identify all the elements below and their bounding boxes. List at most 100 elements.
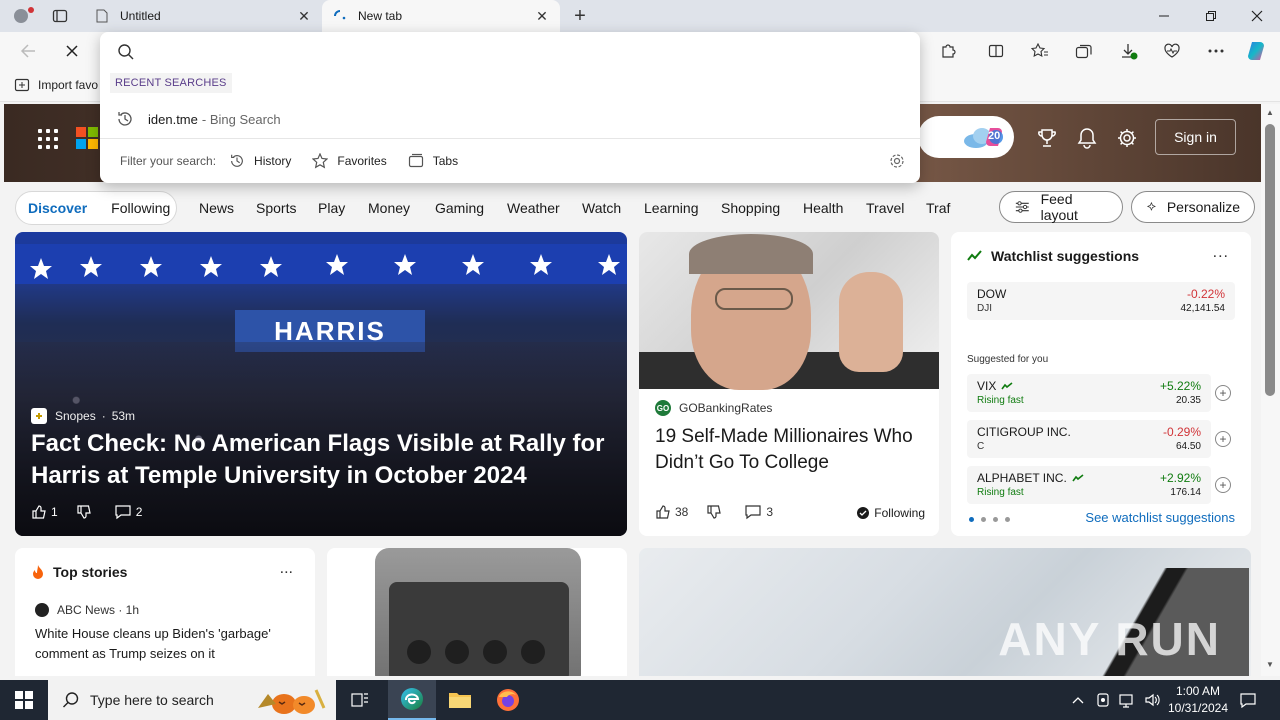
tab-untitled[interactable]: Untitled ✕ (84, 0, 322, 32)
watchlist-more-button[interactable]: ... (1213, 244, 1229, 262)
following-label: Following (874, 506, 925, 520)
carousel-dots[interactable] (969, 517, 1017, 522)
stock-row-alphabet[interactable]: ALPHABET INC. Rising fast +2.92% 176.14 (967, 466, 1211, 504)
nav-money[interactable]: Money (368, 200, 410, 216)
carousel-dot[interactable] (969, 517, 974, 522)
add-to-watchlist-button[interactable]: + (1215, 385, 1231, 401)
page-scrollbar[interactable]: ▲ ▼ (1261, 104, 1280, 676)
scroll-down-arrow-icon[interactable]: ▼ (1265, 660, 1275, 670)
product-card[interactable] (327, 548, 627, 676)
tray-app-button[interactable] (1092, 680, 1114, 720)
start-button[interactable] (0, 680, 48, 720)
top-stories-more-button[interactable]: ... (280, 560, 293, 578)
import-favorites-button[interactable]: Import favo (14, 78, 98, 92)
add-to-watchlist-button[interactable]: + (1215, 477, 1231, 493)
nav-sports[interactable]: Sports (256, 200, 296, 216)
nav-health[interactable]: Health (803, 200, 843, 216)
article-title[interactable]: 19 Self-Made Millionaires Who Didn’t Go … (655, 424, 925, 476)
carousel-dot[interactable] (993, 517, 998, 522)
downloads-button[interactable] (1115, 38, 1143, 64)
new-tab-button[interactable]: + (568, 4, 592, 28)
scrollbar-thumb[interactable] (1265, 124, 1275, 396)
personalize-button[interactable]: Personalize (1131, 191, 1255, 223)
like-button[interactable]: 38 (655, 504, 688, 520)
add-to-watchlist-button[interactable]: + (1215, 431, 1231, 447)
feature-image-card[interactable]: ANY RUN (639, 548, 1251, 676)
firefox-icon (497, 689, 519, 711)
taskbar-search-box[interactable]: Type here to search (48, 680, 336, 720)
feed-layout-button[interactable]: Feed layout (999, 191, 1123, 223)
show-hidden-icons-button[interactable] (1068, 680, 1088, 720)
nav-learning[interactable]: Learning (644, 200, 699, 216)
sign-in-button[interactable]: Sign in (1155, 119, 1236, 155)
tab-close-icon[interactable]: ✕ (534, 8, 550, 24)
stock-row-citigroup[interactable]: CITIGROUP INC. C -0.29% 64.50 (967, 420, 1211, 458)
stock-change: +2.92% (1159, 471, 1201, 485)
stock-change: -0.29% (1162, 425, 1201, 439)
chevron-up-icon (1072, 697, 1084, 704)
copilot-button[interactable] (1243, 38, 1271, 64)
scroll-up-arrow-icon[interactable]: ▲ (1265, 108, 1275, 118)
search-settings-gear-icon[interactable] (888, 152, 906, 170)
tab-close-icon[interactable]: ✕ (296, 8, 312, 24)
tab-discover[interactable]: Discover (16, 200, 99, 216)
following-indicator[interactable]: Following (857, 506, 925, 520)
split-screen-button[interactable] (982, 38, 1010, 64)
edge-taskbar-button[interactable] (388, 680, 436, 720)
close-window-button[interactable] (1234, 0, 1280, 32)
stock-row-vix[interactable]: VIX Rising fast +5.22% 20.35 (967, 374, 1211, 412)
nav-weather[interactable]: Weather (507, 200, 560, 216)
nav-play[interactable]: Play (318, 200, 345, 216)
favorites-button[interactable] (1026, 38, 1054, 64)
filter-favorites-button[interactable]: Favorites (311, 152, 387, 170)
nav-news[interactable]: News (199, 200, 234, 216)
recent-query: iden.tme (148, 111, 198, 127)
millionaires-article-card[interactable]: GO GOBankingRates 19 Self-Made Millionai… (639, 232, 939, 536)
back-button[interactable] (14, 38, 42, 64)
nav-gaming[interactable]: Gaming (435, 200, 484, 216)
performance-button[interactable] (1158, 38, 1186, 64)
profile-button[interactable] (8, 4, 34, 28)
apps-launcher-icon[interactable] (38, 129, 58, 149)
comments-button[interactable]: 2 (114, 504, 142, 520)
page-settings-button[interactable] (1115, 126, 1139, 150)
tab-following[interactable]: Following (99, 200, 182, 216)
like-button[interactable]: 1 (31, 504, 58, 520)
stop-button[interactable] (58, 38, 86, 64)
see-watchlist-link[interactable]: See watchlist suggestions (1085, 510, 1235, 525)
system-clock[interactable]: 1:00 AM 10/31/2024 (1158, 683, 1238, 717)
extensions-button[interactable] (934, 38, 962, 64)
top-story-headline[interactable]: White House cleans up Biden's 'garbage' … (35, 624, 301, 664)
address-input[interactable] (144, 40, 904, 64)
tab-new-tab[interactable]: New tab ✕ (322, 0, 560, 32)
filter-history-button[interactable]: History (228, 152, 291, 170)
stock-symbol-text: ALPHABET INC. (977, 471, 1067, 485)
nav-watch[interactable]: Watch (582, 200, 621, 216)
recent-search-item[interactable]: iden.tme - Bing Search (100, 104, 920, 134)
network-button[interactable] (1116, 680, 1138, 720)
weather-copilot-pill[interactable]: 20 (918, 116, 1014, 158)
notifications-button[interactable] (1075, 126, 1099, 150)
nav-shopping[interactable]: Shopping (721, 200, 780, 216)
carousel-dot[interactable] (981, 517, 986, 522)
dislike-button[interactable] (706, 504, 726, 520)
hero-article-card[interactable]: HARRIS Snopes · 53m Fact Check: No Ameri… (15, 232, 627, 536)
nav-travel[interactable]: Travel (866, 200, 904, 216)
more-menu-button[interactable] (1202, 38, 1230, 64)
filter-tabs-button[interactable]: Tabs (407, 152, 458, 170)
file-explorer-button[interactable] (436, 680, 484, 720)
comments-button[interactable]: 3 (744, 504, 773, 520)
nav-traffic[interactable]: Traf (926, 200, 950, 216)
restore-button[interactable] (1188, 0, 1234, 32)
dislike-button[interactable] (76, 504, 96, 520)
article-title[interactable]: Fact Check: No American Flags Visible at… (31, 428, 611, 492)
stock-row-dow[interactable]: DOW DJI -0.22% 42,141.54 (967, 282, 1235, 320)
collections-button[interactable] (1070, 38, 1098, 64)
carousel-dot[interactable] (1005, 517, 1010, 522)
minimize-button[interactable] (1141, 0, 1187, 32)
task-view-button[interactable] (336, 680, 384, 720)
firefox-button[interactable] (484, 680, 532, 720)
notification-center-button[interactable] (1236, 680, 1260, 720)
rewards-button[interactable] (1035, 126, 1059, 150)
tab-actions-button[interactable] (48, 6, 72, 26)
